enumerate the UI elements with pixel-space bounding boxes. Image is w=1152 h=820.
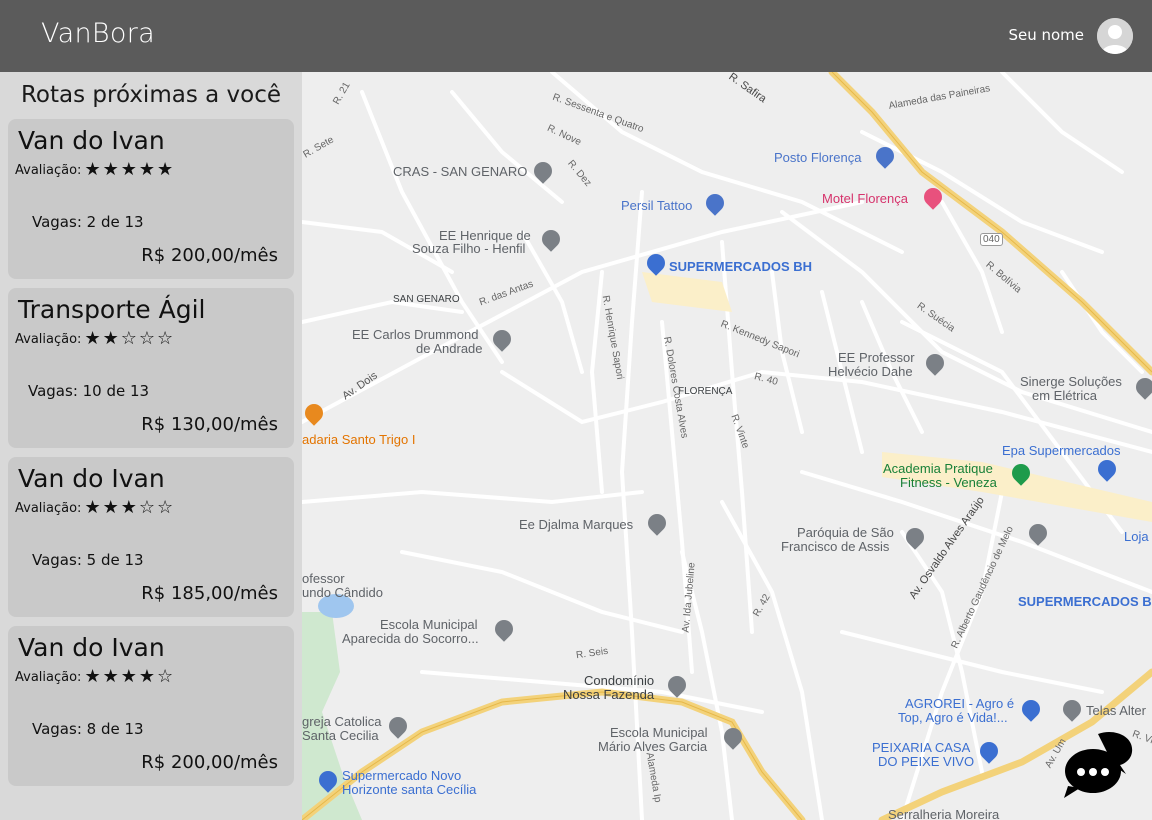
map-view[interactable]: CRAS - SAN GENARO Posto Florença Motel F… (302, 72, 1152, 820)
poi-label[interactable]: Loja (1124, 530, 1149, 544)
star-rating-icons: ★★★☆☆ (84, 497, 176, 518)
route-vacancies: Vagas: 5 de 13 (32, 551, 144, 569)
route-card[interactable]: Van do Ivan Avaliação: ★★★★☆ Vagas: 8 de… (8, 626, 294, 786)
poi-label[interactable]: SUPERMERCADOS B (1018, 595, 1152, 609)
poi-label[interactable]: DO PEIXE VIVO (878, 755, 974, 769)
poi-label[interactable]: EE Professor (838, 351, 915, 365)
rating-label: Avaliação: (15, 500, 82, 516)
poi-label[interactable]: Condomínio (584, 674, 654, 688)
neighborhood-label: FLORENÇA (678, 386, 733, 397)
route-price: R$ 130,00/mês (141, 414, 278, 435)
highway-shield: 040 (980, 233, 1003, 246)
poi-label[interactable]: Serralheria Moreira (888, 808, 999, 820)
rating-label: Avaliação: (15, 331, 82, 347)
route-rating: Avaliação: ★★★☆☆ (15, 499, 175, 517)
star-rating-icons: ★★☆☆☆ (84, 328, 176, 349)
route-rating: Avaliação: ★★☆☆☆ (15, 330, 175, 348)
poi-label[interactable]: Escola Municipal (380, 618, 478, 632)
route-vacancies: Vagas: 10 de 13 (28, 382, 150, 400)
poi-label[interactable]: Santa Cecilia (302, 729, 379, 743)
route-price: R$ 185,00/mês (141, 583, 278, 604)
route-price: R$ 200,00/mês (141, 245, 278, 266)
neighborhood-label: SAN GENARO (393, 294, 460, 305)
poi-label[interactable]: de Andrade (416, 342, 483, 356)
rating-label: Avaliação: (15, 669, 82, 685)
route-card[interactable]: Transporte Ágil Avaliação: ★★☆☆☆ Vagas: … (8, 288, 294, 448)
poi-label[interactable]: Fitness - Veneza (900, 476, 997, 490)
poi-label[interactable]: Posto Florença (774, 151, 861, 165)
sidebar-title: Rotas próximas a você (20, 82, 282, 108)
poi-label[interactable]: Escola Municipal (610, 726, 708, 740)
route-name: Van do Ivan (18, 633, 165, 662)
poi-label[interactable]: Helvécio Dahe (828, 365, 913, 379)
poi-label[interactable]: Epa Supermercados (1002, 444, 1121, 458)
poi-label[interactable]: Top, Agro é Vida!... (898, 711, 1008, 725)
user-avatar-icon (1097, 18, 1133, 54)
poi-label[interactable]: PEIXARIA CASA (872, 741, 970, 755)
poi-label[interactable]: Aparecida do Socorro... (342, 632, 479, 646)
poi-label[interactable]: Telas Alter (1086, 704, 1146, 718)
route-rating: Avaliação: ★★★★☆ (15, 668, 175, 686)
poi-label[interactable]: em Elétrica (1032, 389, 1097, 403)
route-vacancies: Vagas: 2 de 13 (32, 213, 144, 231)
poi-label[interactable]: CRAS - SAN GENARO (393, 165, 527, 179)
chat-button[interactable] (1062, 728, 1136, 800)
poi-label[interactable]: Nossa Fazenda (563, 688, 654, 702)
route-name: Van do Ivan (18, 126, 165, 155)
poi-label[interactable]: Sinerge Soluções (1020, 375, 1122, 389)
poi-label[interactable]: Francisco de Assis (781, 540, 889, 554)
user-name[interactable]: Seu nome (1008, 26, 1084, 44)
star-rating-icons: ★★★★★ (84, 159, 176, 180)
star-rating-icons: ★★★★☆ (84, 666, 176, 687)
route-name: Transporte Ágil (18, 295, 206, 324)
rating-label: Avaliação: (15, 162, 82, 178)
app-brand[interactable]: VanBora (41, 18, 155, 49)
route-card[interactable]: Van do Ivan Avaliação: ★★★★★ Vagas: 2 de… (8, 119, 294, 279)
route-card[interactable]: Van do Ivan Avaliação: ★★★☆☆ Vagas: 5 de… (8, 457, 294, 617)
poi-label[interactable]: Supermercado Novo (342, 769, 461, 783)
poi-label[interactable]: greja Catolica (302, 715, 382, 729)
poi-label[interactable]: Persil Tattoo (621, 199, 692, 213)
routes-sidebar: Rotas próximas a você Van do Ivan Avalia… (0, 72, 302, 820)
route-vacancies: Vagas: 8 de 13 (32, 720, 144, 738)
poi-label[interactable]: ofessor (302, 572, 345, 586)
poi-label[interactable]: Horizonte santa Cecília (342, 783, 476, 797)
poi-label[interactable]: EE Carlos Drummond (352, 328, 478, 342)
poi-label[interactable]: Motel Florença (822, 192, 908, 206)
route-name: Van do Ivan (18, 464, 165, 493)
poi-label[interactable]: Paróquia de São (797, 526, 894, 540)
poi-label[interactable]: adaria Santo Trigo I (302, 433, 415, 447)
poi-label[interactable]: Ee Djalma Marques (519, 518, 633, 532)
chat-icon (1064, 732, 1133, 798)
poi-label[interactable]: undo Cândido (302, 586, 383, 600)
avatar[interactable] (1097, 18, 1133, 54)
poi-label[interactable]: Souza Filho - Henfil (412, 242, 525, 256)
route-price: R$ 200,00/mês (141, 752, 278, 773)
poi-label[interactable]: Academia Pratique (883, 462, 993, 476)
poi-label[interactable]: AGROREI - Agro é (905, 697, 1014, 711)
route-rating: Avaliação: ★★★★★ (15, 161, 175, 179)
poi-label[interactable]: SUPERMERCADOS BH (669, 260, 812, 274)
top-bar: VanBora Seu nome (0, 0, 1152, 72)
